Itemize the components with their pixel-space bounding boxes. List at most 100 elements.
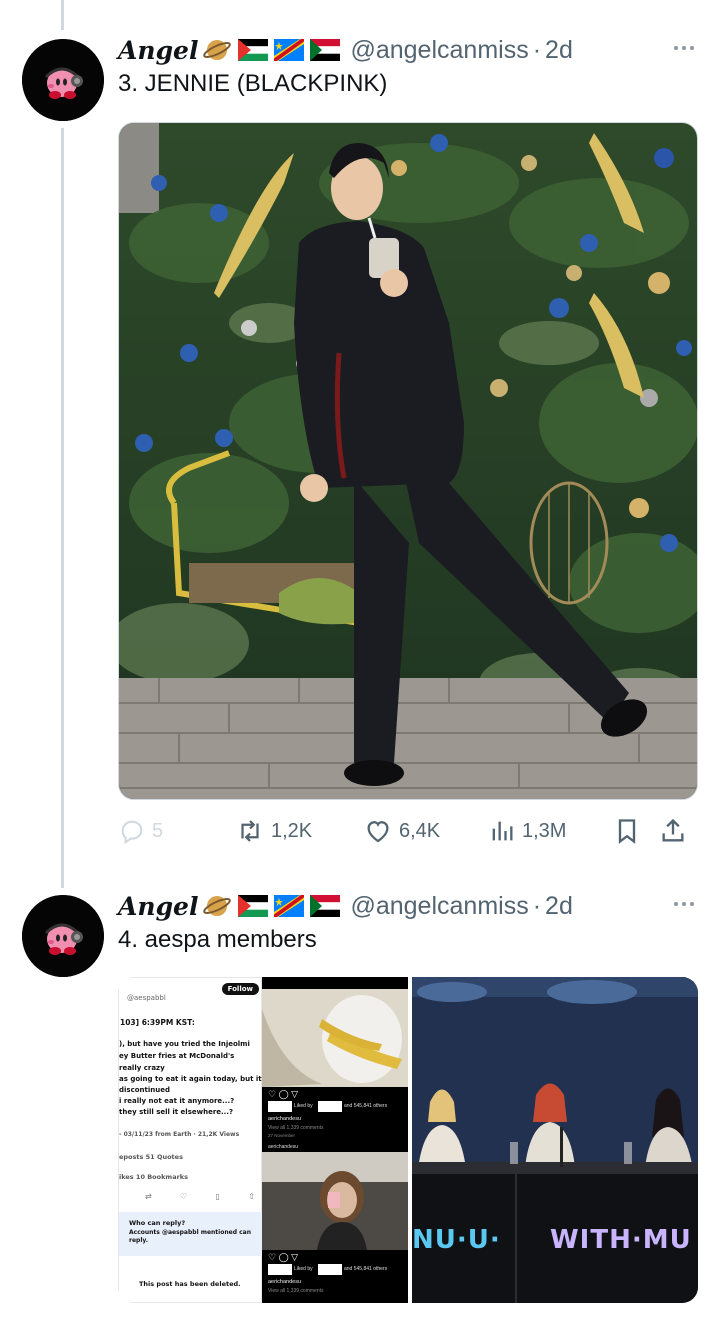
screenshot-heart-icon: ♡ xyxy=(180,1192,188,1201)
insta-action-icons-2: ♡ ◯ ▽ xyxy=(268,1252,299,1262)
insta-redacted-box xyxy=(268,1101,292,1112)
screenshot-bookmark-icon: ▯ xyxy=(215,1192,220,1201)
share-icon xyxy=(662,818,684,842)
avatar[interactable] xyxy=(22,39,104,121)
planet-emoji-icon xyxy=(203,896,232,916)
stage-banner-left: NU·U· xyxy=(412,1225,501,1255)
separator-dot: · xyxy=(532,35,542,64)
reply-icon xyxy=(121,820,143,845)
media-stage-photo[interactable]: NU·U· WITH·MU xyxy=(412,977,698,1303)
media-collage[interactable]: Follow @aespabbl 103] 6:39PM KST: ), but… xyxy=(118,977,408,1303)
planet-emoji-icon xyxy=(203,40,232,60)
car-selfie-photo xyxy=(262,1152,408,1250)
views-count: 1,3M xyxy=(522,819,567,842)
insta-redacted-box-2 xyxy=(318,1101,342,1112)
screenshot-line-2: ey Butter fries at McDonald's xyxy=(119,1052,235,1060)
handle[interactable]: @angelcanmiss xyxy=(350,892,528,921)
insta-redacted-box-3 xyxy=(268,1264,292,1275)
congo-flag-icon xyxy=(274,39,305,61)
screenshot-line-7: they still sell it elsewhere...? xyxy=(119,1108,234,1116)
screenshot-line-1: ), but have you tried the Injeolmi xyxy=(119,1040,250,1048)
screenshot-line-6: i really not eat it anymore...? xyxy=(119,1097,235,1105)
screenshot-likes: ikes 10 Bookmarks xyxy=(119,1173,188,1181)
insta-date: 27 November xyxy=(268,1133,296,1138)
screenshot-date-line: 103] 6:39PM KST: xyxy=(120,1018,195,1027)
insta-comments: View all 1,339 comments xyxy=(268,1125,324,1131)
repost-button[interactable]: 1,2K xyxy=(235,816,363,846)
insta-comments-2: View all 1,339 comments xyxy=(268,1288,324,1294)
screenshot-reply-sub: Accounts @aespabbl mentioned can reply. xyxy=(129,1229,251,1244)
repost-count: 1,2K xyxy=(271,819,313,842)
views-button[interactable]: 1,3M xyxy=(488,817,613,845)
share-button[interactable] xyxy=(659,817,689,845)
timestamp[interactable]: 2d xyxy=(545,892,573,921)
screenshot-share-icon: ⇧ xyxy=(248,1192,255,1201)
tweet-text: 4. aespa members xyxy=(118,926,317,953)
stage-banner-right: WITH·MU xyxy=(550,1225,692,1255)
views-icon xyxy=(492,821,513,841)
bookmark-icon xyxy=(618,819,636,844)
screenshot-account: @aespabbl xyxy=(127,994,166,1002)
name-emojis xyxy=(202,35,346,65)
insta-liked-by: Liked by xyxy=(294,1103,313,1109)
screenshot-line-4: as going to eat it again today, but it xyxy=(119,1075,262,1083)
insta-action-icons: ♡ ◯ ▽ xyxy=(268,1089,299,1099)
insta-liked-row-2: Liked by and 545,841 others xyxy=(268,1264,404,1275)
screenshot-reply-box: Who can reply? Accounts @aespabbl mentio… xyxy=(119,1212,262,1256)
tweet-photo[interactable] xyxy=(118,122,698,800)
instagram-post-top: ♡ ◯ ▽ Liked by and 545,841 others aerich… xyxy=(262,977,408,1140)
instagram-post-bottom: aerichandesu ♡ ◯ ▽ Liked by and 545,841 … xyxy=(262,1140,408,1303)
tweet-text: 3. JENNIE (BLACKPINK) xyxy=(118,70,388,97)
screenshot-reply-title: Who can reply? xyxy=(129,1219,186,1227)
reply-button[interactable]: 5 xyxy=(118,817,235,845)
repost-icon xyxy=(241,820,259,842)
timestamp[interactable]: 2d xyxy=(545,36,573,65)
more-options-icon[interactable] xyxy=(674,902,694,906)
like-count: 6,4K xyxy=(399,819,441,842)
insta-header: aerichandesu xyxy=(268,1144,298,1150)
insta-user-2: aerichandesu xyxy=(268,1279,302,1285)
bookmark-button[interactable] xyxy=(613,817,659,845)
tweet-media-grid: Follow @aespabbl 103] 6:39PM KST: ), but… xyxy=(118,977,698,1303)
tweet-header: Angel @angelcanmiss · 2d xyxy=(118,888,708,924)
insta-user: aerichandesu xyxy=(268,1116,302,1122)
separator-dot: · xyxy=(532,891,542,920)
sudan-flag-icon xyxy=(310,39,341,61)
insta-liked-by-2: Liked by xyxy=(294,1266,313,1272)
palestine-flag-icon xyxy=(238,39,269,61)
like-button[interactable]: 6,4K xyxy=(363,816,488,846)
display-name[interactable]: Angel xyxy=(118,892,198,921)
sudan-flag-icon xyxy=(310,895,341,917)
insta-liked-row: Liked by and 545,841 others xyxy=(268,1101,404,1112)
tweet-2[interactable]: Angel @angelcanmiss · 2d 4. aespa member… xyxy=(0,888,720,1327)
insta-redacted-box-4 xyxy=(318,1264,342,1275)
name-emojis xyxy=(202,891,346,921)
screenshot-line-3: really crazy xyxy=(119,1064,165,1072)
insta-others: and 545,841 others xyxy=(344,1103,388,1109)
congo-flag-icon xyxy=(274,895,305,917)
screenshot-follow: Follow xyxy=(221,983,259,995)
avatar[interactable] xyxy=(22,895,104,977)
more-options-icon[interactable] xyxy=(674,46,694,50)
reply-count: 5 xyxy=(152,819,164,842)
screenshot-reposts: eposts 51 Quotes xyxy=(119,1153,183,1161)
tweet-1[interactable]: Angel @angelcanmiss · 2d 3. JENNIE (BLAC… xyxy=(0,32,720,862)
insta-others-2: and 545,841 others xyxy=(344,1266,388,1272)
tweet-actions: 5 1,2K 6,4K 1,3M xyxy=(118,814,698,848)
screenshot-card: Follow @aespabbl 103] 6:39PM KST: ), but… xyxy=(118,977,262,1303)
palestine-flag-icon xyxy=(238,895,269,917)
thread-line-top xyxy=(61,0,64,30)
photo-christmas-tree-person xyxy=(119,123,697,799)
tweet-header: Angel @angelcanmiss · 2d xyxy=(118,32,708,68)
screenshot-repost-icon: ⇄ xyxy=(145,1192,152,1201)
heart-icon xyxy=(367,821,389,843)
tweet-actions-partial xyxy=(118,1318,698,1327)
display-name[interactable]: Angel xyxy=(118,36,198,65)
screenshot-action-row: ⇄ ♡ ▯ ⇧ xyxy=(145,1192,255,1201)
insta-header-user: aerichandesu xyxy=(268,1144,299,1150)
fries-photo xyxy=(262,989,408,1087)
screenshot-line-5: discontinued xyxy=(119,1086,170,1094)
screenshot-meta: - 03/11/23 from Earth · 21,2K Views xyxy=(119,1131,240,1138)
screenshot-deleted: This post has been deleted. xyxy=(139,1280,241,1288)
handle[interactable]: @angelcanmiss xyxy=(350,36,528,65)
